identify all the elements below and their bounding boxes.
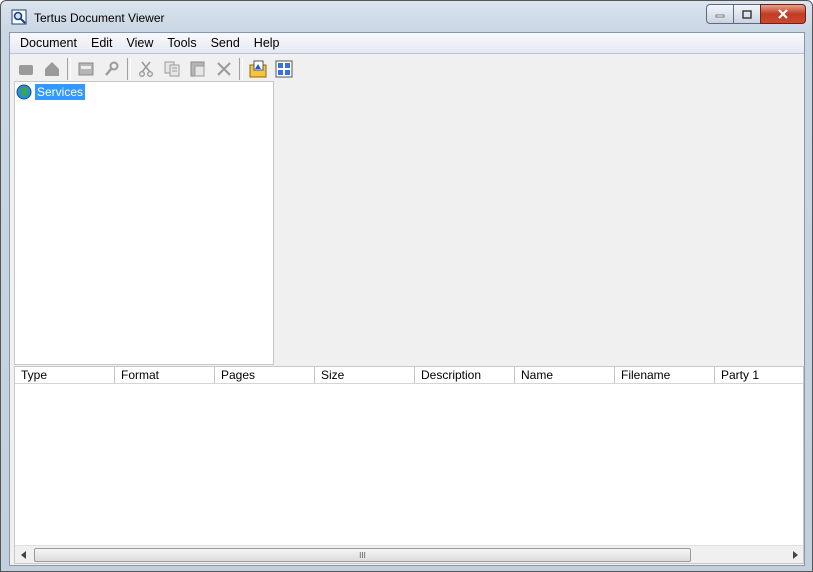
minimize-button[interactable] <box>706 4 734 24</box>
menu-edit[interactable]: Edit <box>84 33 120 53</box>
app-window: Tertus Document Viewer Document Edit Vie… <box>0 0 813 572</box>
thumb-grip: III <box>359 550 366 560</box>
column-description[interactable]: Description <box>415 367 515 383</box>
search-button[interactable] <box>100 57 124 81</box>
close-icon <box>778 9 788 19</box>
paste-button[interactable] <box>186 57 210 81</box>
window-icon <box>78 62 94 76</box>
menu-document[interactable]: Document <box>10 33 84 53</box>
maximize-button[interactable] <box>733 4 761 24</box>
arrow-left-icon <box>20 550 26 559</box>
tree-label-services: Services <box>35 84 86 100</box>
window-controls <box>706 4 806 24</box>
paste-icon <box>190 61 205 77</box>
column-filename[interactable]: Filename <box>615 367 715 383</box>
home-icon <box>45 62 59 76</box>
copy-icon <box>164 61 180 77</box>
documents-list[interactable]: Type Format Pages Size Description Name … <box>14 366 804 564</box>
tree-node-services[interactable]: Services <box>16 84 86 100</box>
search-icon <box>105 61 119 76</box>
column-size[interactable]: Size <box>315 367 415 383</box>
scroll-thumb[interactable]: III <box>34 548 691 562</box>
document-viewer-icon <box>11 9 27 25</box>
title-bar[interactable]: Tertus Document Viewer <box>1 1 812 33</box>
toolbar <box>10 55 804 83</box>
column-pages[interactable]: Pages <box>215 367 315 383</box>
open-folder-icon <box>249 60 267 78</box>
menu-bar: Document Edit View Tools Send Help <box>10 33 804 54</box>
delete-button[interactable] <box>212 57 236 81</box>
tile-view-icon <box>275 60 293 78</box>
client-area: Document Edit View Tools Send Help Servi… <box>9 32 805 566</box>
menu-tools[interactable]: Tools <box>160 33 203 53</box>
list-header: Type Format Pages Size Description Name … <box>15 367 803 384</box>
column-type[interactable]: Type <box>15 367 115 383</box>
scroll-left-button[interactable] <box>15 546 32 563</box>
tile-view-button[interactable] <box>272 57 296 81</box>
column-party-1[interactable]: Party 1 <box>715 367 803 383</box>
scroll-right-button[interactable] <box>786 546 803 563</box>
stop-icon <box>19 65 33 75</box>
home-button[interactable] <box>40 57 64 81</box>
menu-send[interactable]: Send <box>204 33 247 53</box>
stop-button[interactable] <box>14 57 38 81</box>
delete-icon <box>217 62 231 76</box>
toolbar-separator <box>67 58 71 80</box>
cut-button[interactable] <box>134 57 158 81</box>
column-format[interactable]: Format <box>115 367 215 383</box>
toolbar-separator <box>239 58 243 80</box>
services-tree[interactable]: Services <box>14 81 274 365</box>
globe-icon <box>16 84 32 100</box>
cut-icon <box>139 61 153 77</box>
minimize-icon <box>715 14 725 18</box>
menu-help[interactable]: Help <box>247 33 287 53</box>
menu-view[interactable]: View <box>120 33 161 53</box>
window-title: Tertus Document Viewer <box>34 11 165 25</box>
column-name[interactable]: Name <box>515 367 615 383</box>
horizontal-scrollbar[interactable]: III <box>15 545 803 563</box>
open-folder-button[interactable] <box>246 57 270 81</box>
arrow-right-icon <box>792 550 798 559</box>
close-button[interactable] <box>760 4 806 24</box>
copy-button[interactable] <box>160 57 184 81</box>
window-button[interactable] <box>74 57 98 81</box>
maximize-icon <box>742 9 752 19</box>
toolbar-separator <box>127 58 131 80</box>
